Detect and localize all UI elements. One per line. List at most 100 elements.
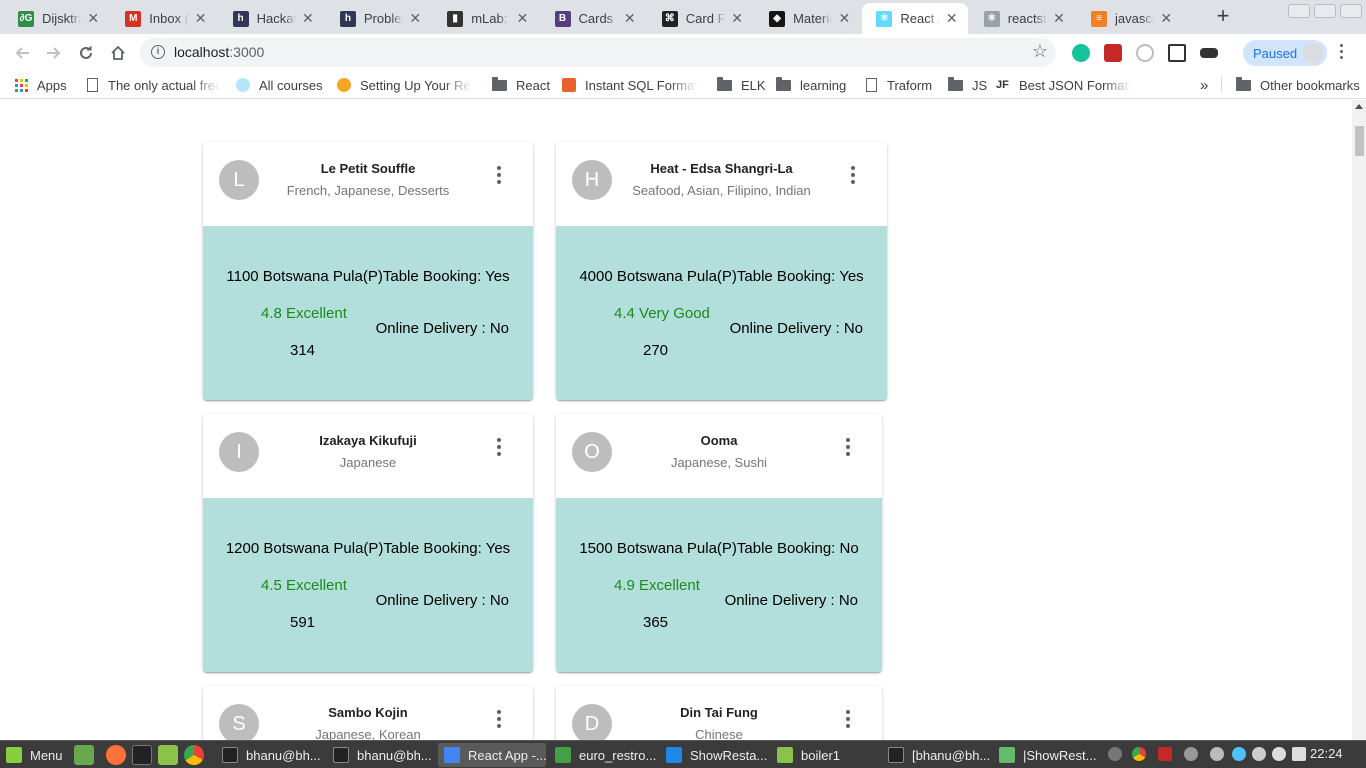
more-vert-icon[interactable] — [493, 710, 505, 730]
close-tab-icon[interactable]: ✕ — [300, 10, 316, 27]
close-tab-icon[interactable]: ✕ — [193, 10, 209, 27]
taskbar-window-button[interactable]: euro_restro... — [549, 743, 657, 767]
close-tab-icon[interactable]: ✕ — [729, 10, 745, 27]
mlab-icon: ▮ — [447, 10, 464, 27]
files-launcher-icon[interactable] — [158, 745, 178, 765]
bookmark-item[interactable]: All courses — [236, 76, 323, 94]
editor-icon — [999, 747, 1015, 763]
close-tab-icon[interactable]: ✕ — [944, 10, 960, 27]
site-info-icon[interactable]: i — [151, 45, 165, 59]
profile-avatar — [1303, 43, 1323, 63]
more-vert-icon[interactable] — [847, 166, 859, 186]
bookmark-item[interactable]: Traform — [866, 76, 932, 94]
taskbar-window-button[interactable]: ShowResta... — [660, 743, 768, 767]
bookmark-folder[interactable]: JS — [948, 76, 987, 94]
browser-tab[interactable]: ∂G Dijsktra ✕ — [4, 3, 109, 34]
close-tab-icon[interactable]: ✕ — [1158, 10, 1174, 27]
extension-red-icon[interactable] — [1104, 44, 1122, 62]
taskbar-window-button[interactable]: |ShowRest... — [993, 743, 1101, 767]
start-menu-button[interactable]: Menu — [0, 743, 72, 767]
browser-tab[interactable]: M Inbox (2 ✕ — [111, 3, 216, 34]
restaurant-card: I Izakaya Kikufuji Japanese 1200 Botswana P… — [203, 414, 533, 672]
card-header: I Izakaya Kikufuji Japanese — [203, 414, 533, 498]
bookmark-item[interactable]: Setting Up Your Rea — [337, 76, 472, 94]
more-vert-icon[interactable] — [493, 166, 505, 186]
close-tab-icon[interactable]: ✕ — [85, 10, 101, 27]
bookmark-item[interactable]: The only actual free — [87, 76, 220, 94]
browser-tab[interactable]: ≡ javascri✕ — [1077, 3, 1182, 34]
bookmark-apps[interactable]: Apps — [15, 76, 67, 94]
more-vert-icon[interactable] — [842, 710, 854, 730]
firefox-launcher-icon[interactable] — [106, 745, 126, 765]
forward-button[interactable] — [42, 41, 66, 65]
taskbar-window-button[interactable]: bhanu@bh... — [327, 743, 435, 767]
idea-icon — [236, 78, 250, 92]
restaurant-name: Ooma — [700, 433, 738, 448]
chrome-tray-icon[interactable] — [1132, 747, 1146, 761]
bookmark-item[interactable]: Instant SQL Formatt — [562, 76, 697, 94]
tab-title: Materia — [793, 11, 833, 26]
bluetooth-icon[interactable] — [1108, 747, 1122, 761]
taskbar-window-button[interactable]: bhanu@bh... — [216, 743, 324, 767]
close-tab-icon[interactable]: ✕ — [836, 10, 852, 27]
close-tab-icon[interactable]: ✕ — [1051, 10, 1067, 27]
more-vert-icon[interactable] — [493, 438, 505, 458]
votes-count: 270 — [643, 342, 669, 359]
browser-tab[interactable]: ⚛ React A ✕ — [862, 3, 968, 34]
votes-count: 591 — [290, 614, 316, 631]
browser-tab[interactable]: h Problem ✕ — [326, 3, 431, 34]
taskbar-window-button[interactable]: [bhanu@bh... — [882, 743, 990, 767]
browser-tab[interactable]: ◈ Materia ✕ — [755, 3, 860, 34]
tools-tray-icon[interactable] — [1210, 747, 1224, 761]
vscode-icon — [666, 747, 682, 763]
maximize-button[interactable] — [1314, 4, 1336, 18]
extension-timer-icon[interactable] — [1136, 44, 1154, 62]
rating-text: 4.5 Excellent — [261, 577, 347, 594]
browser-menu-icon[interactable] — [1340, 44, 1344, 62]
profile-paused-button[interactable]: Paused — [1243, 40, 1327, 66]
extension-cube-icon[interactable] — [1168, 44, 1186, 62]
bookmark-folder[interactable]: ELK — [717, 76, 766, 94]
show-desktop-icon[interactable] — [74, 745, 94, 765]
browser-tab[interactable]: ⌘ Card Re✕ — [648, 3, 753, 34]
tab-title: reactstr — [1007, 11, 1047, 26]
minimize-button[interactable] — [1288, 4, 1310, 18]
back-button[interactable] — [10, 41, 34, 65]
home-button[interactable] — [106, 41, 130, 65]
bookmark-folder[interactable]: learning — [776, 76, 846, 94]
new-tab-button[interactable]: + — [1212, 5, 1234, 28]
more-vert-icon[interactable] — [842, 438, 854, 458]
taskbar-window-button[interactable]: boiler1 — [771, 743, 879, 767]
browser-tab[interactable]: ⚛ reactstr ✕ — [970, 3, 1075, 34]
chrome-launcher-icon[interactable] — [184, 745, 204, 765]
tab-strip: ∂GDijsktra✕MInbox (2✕hHackath✕hProblem✕▮… — [0, 0, 1366, 34]
reload-button[interactable] — [74, 41, 98, 65]
other-bookmarks-folder[interactable]: Other bookmarks — [1236, 76, 1360, 94]
close-tab-icon[interactable]: ✕ — [514, 10, 530, 27]
browser-tab[interactable]: B Cards - I ✕ — [541, 3, 646, 34]
bookmark-star-icon[interactable]: ☆ — [1032, 41, 1048, 62]
close-tab-icon[interactable]: ✕ — [407, 10, 423, 27]
browser-tab[interactable]: ▮ mLab: C ✕ — [433, 3, 538, 34]
battery-icon[interactable] — [1292, 747, 1306, 761]
scroll-up-arrow-icon[interactable] — [1355, 104, 1363, 109]
bookmarks-overflow-button[interactable]: » — [1200, 76, 1208, 94]
shield-tray-icon[interactable] — [1158, 747, 1172, 761]
clock[interactable]: 22:24 — [1310, 746, 1343, 761]
scrollbar-thumb[interactable] — [1355, 126, 1364, 156]
user-tray-icon[interactable] — [1252, 747, 1266, 761]
chat-tray-icon[interactable] — [1232, 747, 1246, 761]
address-bar[interactable]: i localhost:3000 ☆ — [140, 38, 1056, 67]
grammarly-extension-icon[interactable] — [1072, 44, 1090, 62]
wifi-icon[interactable] — [1272, 747, 1286, 761]
bookmark-folder[interactable]: React — [492, 76, 550, 94]
page-scrollbar[interactable] — [1352, 100, 1366, 740]
terminal-launcher-icon[interactable] — [132, 745, 152, 765]
taskbar-window-button[interactable]: React App -... — [438, 743, 546, 767]
close-window-button[interactable] — [1340, 4, 1362, 18]
browser-tab[interactable]: h Hackath ✕ — [219, 3, 324, 34]
bluetooth-tray-icon[interactable] — [1184, 747, 1198, 761]
close-tab-icon[interactable]: ✕ — [622, 10, 638, 27]
incognito-extension-icon[interactable] — [1200, 48, 1218, 58]
bookmark-item[interactable]: JF Best JSON Formatte — [996, 76, 1131, 94]
